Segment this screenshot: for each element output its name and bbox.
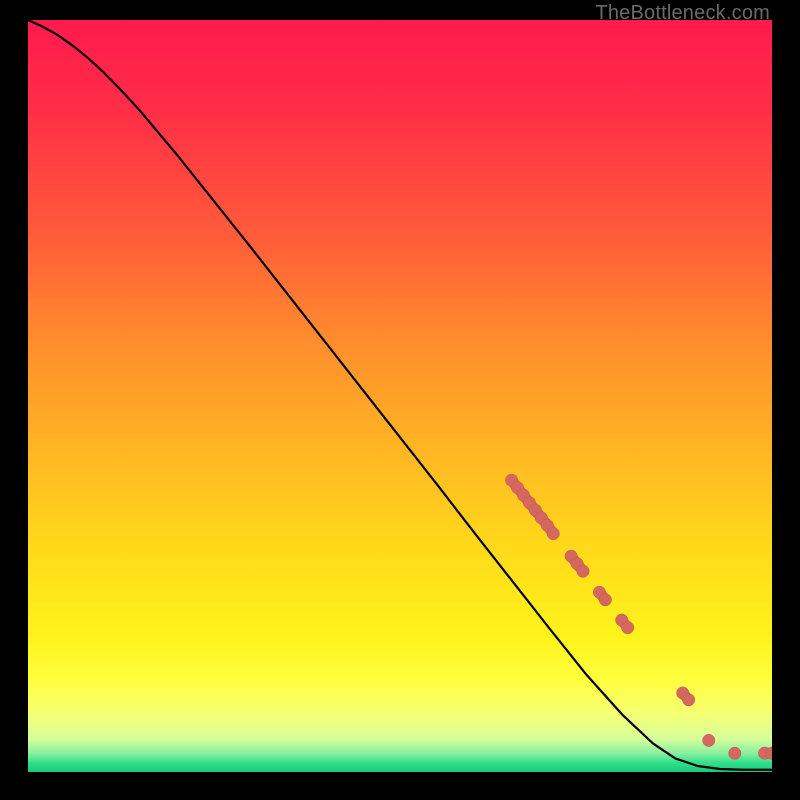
marker-dot bbox=[621, 621, 633, 633]
marker-dot bbox=[547, 527, 559, 539]
marker-dot bbox=[703, 734, 715, 746]
marker-dot bbox=[729, 747, 741, 759]
marker-dot bbox=[599, 594, 611, 606]
marker-dot bbox=[577, 565, 589, 577]
chart-frame bbox=[28, 20, 772, 772]
chart-svg bbox=[28, 20, 772, 772]
chart-background bbox=[28, 20, 772, 772]
marker-dot bbox=[682, 694, 694, 706]
